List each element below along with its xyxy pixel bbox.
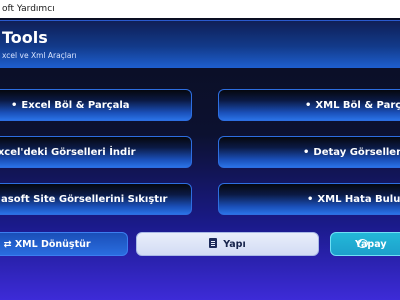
document-icon xyxy=(209,238,218,248)
xml-split-button[interactable]: • XML Böl & Parça xyxy=(218,89,400,121)
excel-split-button[interactable]: • Excel Böl & Parçala xyxy=(0,89,192,121)
xml-error-finder-button[interactable]: •XML Hata Bulucu xyxy=(218,183,400,215)
yapay-button[interactable]: Yapay xyxy=(330,232,400,256)
convert-label: l ⇄ XML Dönüştür xyxy=(0,239,91,250)
xml-split-label: XML Böl & Parça xyxy=(315,100,400,111)
app-subtitle: xcel ve Xml Araçları xyxy=(2,51,77,60)
bullet: • xyxy=(303,147,310,158)
window-title: oft Yardımcı xyxy=(0,0,400,18)
bullet: • xyxy=(307,194,314,205)
excel-split-label: Excel Böl & Parçala xyxy=(21,100,130,111)
excel-images-label: Excel'deki Görselleri İndir xyxy=(0,147,136,158)
app-header: Tools xcel ve Xml Araçları xyxy=(0,20,400,68)
yapi-label: Yapı xyxy=(223,239,246,250)
excel-images-button[interactable]: Excel'deki Görselleri İndir xyxy=(0,136,192,168)
chat-bubble-icon xyxy=(357,239,368,248)
bullet: • xyxy=(305,100,312,111)
bullet: • xyxy=(11,100,18,111)
xml-error-finder-label: XML Hata Bulucu xyxy=(317,194,400,205)
compress-site-images-label: asoft Site Görsellerini Sıkıştır xyxy=(1,194,168,205)
detail-images-label: Detay Görsellerini İn xyxy=(313,147,400,158)
yapi-button[interactable]: Yapı xyxy=(136,232,319,256)
detail-images-button[interactable]: •Detay Görsellerini İn xyxy=(218,136,400,168)
app-title: Tools xyxy=(2,28,48,47)
convert-button[interactable]: l ⇄ XML Dönüştür xyxy=(0,232,128,256)
compress-site-images-button[interactable]: asoft Site Görsellerini Sıkıştır xyxy=(0,183,192,215)
